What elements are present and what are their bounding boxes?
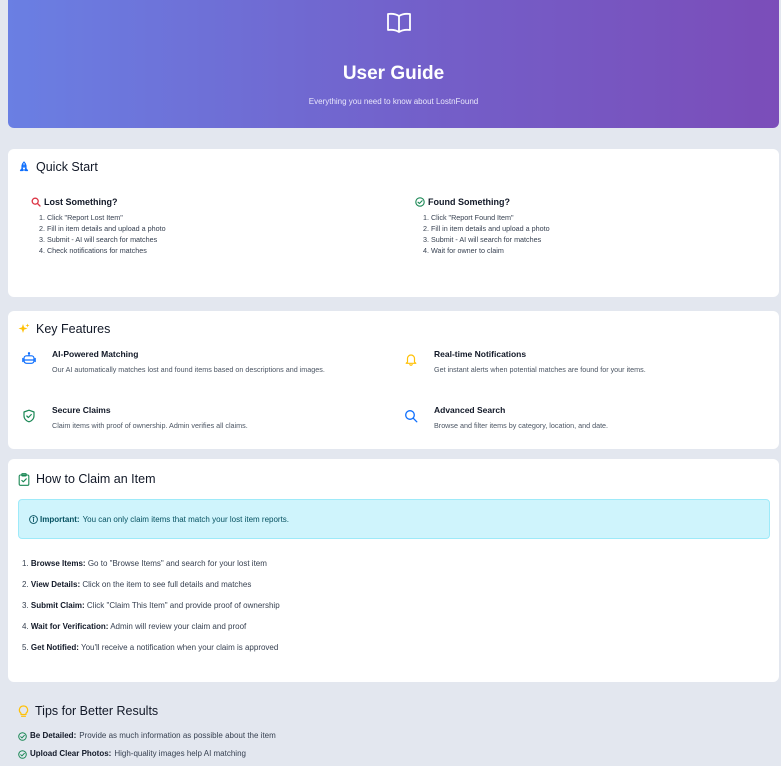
list-item: 2. View Details: Click on the item to se… — [22, 580, 252, 589]
tips-title: Tips for Better Results — [35, 704, 159, 718]
important-alert: Important: You can only claim items that… — [18, 499, 770, 539]
key-features-title: Key Features — [36, 322, 111, 336]
list-item: 1. Click "Report Found Item" — [423, 213, 514, 222]
alert-text: You can only claim items that match your… — [82, 514, 290, 524]
list-item: 1. Click "Report Lost Item" — [39, 213, 123, 222]
check-circle-icon — [415, 197, 425, 207]
lost-column: Lost Something? 1. Click "Report Lost It… — [31, 197, 371, 256]
lost-steps-list: 1. Click "Report Lost Item" 2. Fill in i… — [31, 212, 371, 256]
bell-icon — [405, 354, 417, 366]
list-item: Upload Clear Photos: High-quality images… — [18, 745, 276, 763]
how-to-claim-heading: How to Claim an Item — [18, 472, 155, 486]
key-features-card: Key Features AI-Powered Matching Our AI … — [8, 311, 779, 449]
found-steps-list: 1. Click "Report Found Item" 2. Fill in … — [415, 212, 755, 256]
key-features-heading: Key Features — [18, 322, 110, 336]
robot-icon — [22, 352, 36, 364]
feature-description: Get instant alerts when potential matche… — [434, 365, 646, 374]
clipboard-check-icon — [18, 472, 30, 486]
lightbulb-icon — [18, 704, 29, 717]
list-item: 4. Check notifications for matches — [39, 246, 147, 255]
lost-heading: Lost Something? — [31, 197, 371, 207]
list-item: 3. Submit Claim: Click "Claim This Item"… — [22, 601, 280, 610]
how-to-claim-card: How to Claim an Item Important: You can … — [8, 459, 779, 682]
feature-description: Claim items with proof of ownership. Adm… — [52, 421, 248, 430]
check-circle-icon — [18, 749, 27, 759]
how-to-claim-title: How to Claim an Item — [36, 472, 156, 486]
feature-title: Secure Claims — [52, 405, 111, 415]
feature-description: Browse and filter items by category, loc… — [434, 421, 609, 430]
list-item: 3. Submit - AI will search for matches — [423, 235, 542, 244]
page-title: User Guide — [342, 63, 445, 84]
list-item: 2. Fill in item details and upload a pho… — [39, 224, 166, 233]
check-circle-icon — [18, 731, 27, 741]
list-item: 1. Browse Items: Go to "Browse Items" an… — [22, 559, 267, 568]
search-icon — [405, 410, 418, 423]
info-icon — [29, 514, 38, 524]
found-title: Found Something? — [428, 197, 510, 207]
quick-start-title: Quick Start — [36, 160, 98, 174]
quick-start-card: Quick Start Lost Something? 1. Click "Re… — [8, 149, 779, 297]
list-item: 2. Fill in item details and upload a pho… — [423, 224, 550, 233]
lost-title: Lost Something? — [44, 197, 118, 207]
feature-description: Our AI automatically matches lost and fo… — [52, 365, 325, 374]
list-item: 3. Submit - AI will search for matches — [39, 235, 158, 244]
search-icon — [31, 197, 41, 207]
list-item: 5. Get Notified: You'll receive a notifi… — [22, 643, 279, 652]
rocket-icon — [19, 161, 29, 172]
list-item: 4. Wait for Verification: Admin will rev… — [22, 622, 247, 631]
user-guide-page: User Guide Everything you need to know a… — [0, 0, 781, 766]
list-item: Be Detailed: Provide as much information… — [18, 727, 276, 745]
claim-steps-list: 1. Browse Items: Go to "Browse Items" an… — [22, 553, 280, 658]
sparkles-icon — [18, 323, 30, 333]
feature-title: Advanced Search — [434, 405, 506, 415]
feature-title: AI-Powered Matching — [52, 349, 139, 359]
tips-card: Tips for Better Results Be Detailed: Pro… — [18, 694, 768, 766]
shield-check-icon — [23, 409, 35, 423]
tips-heading: Tips for Better Results — [18, 704, 158, 718]
quick-start-heading: Quick Start — [18, 160, 98, 174]
feature-title: Real-time Notifications — [434, 349, 527, 359]
header-banner: User Guide Everything you need to know a… — [8, 0, 779, 128]
found-heading: Found Something? — [415, 197, 755, 207]
book-icon — [387, 12, 411, 33]
tips-list: Be Detailed: Provide as much information… — [18, 727, 276, 763]
page-subtitle: Everything you need to know about LostnF… — [308, 97, 479, 106]
list-item: 4. Wait for owner to claim — [423, 246, 504, 255]
alert-label: Important: — [40, 514, 80, 524]
found-column: Found Something? 1. Click "Report Found … — [415, 197, 755, 256]
